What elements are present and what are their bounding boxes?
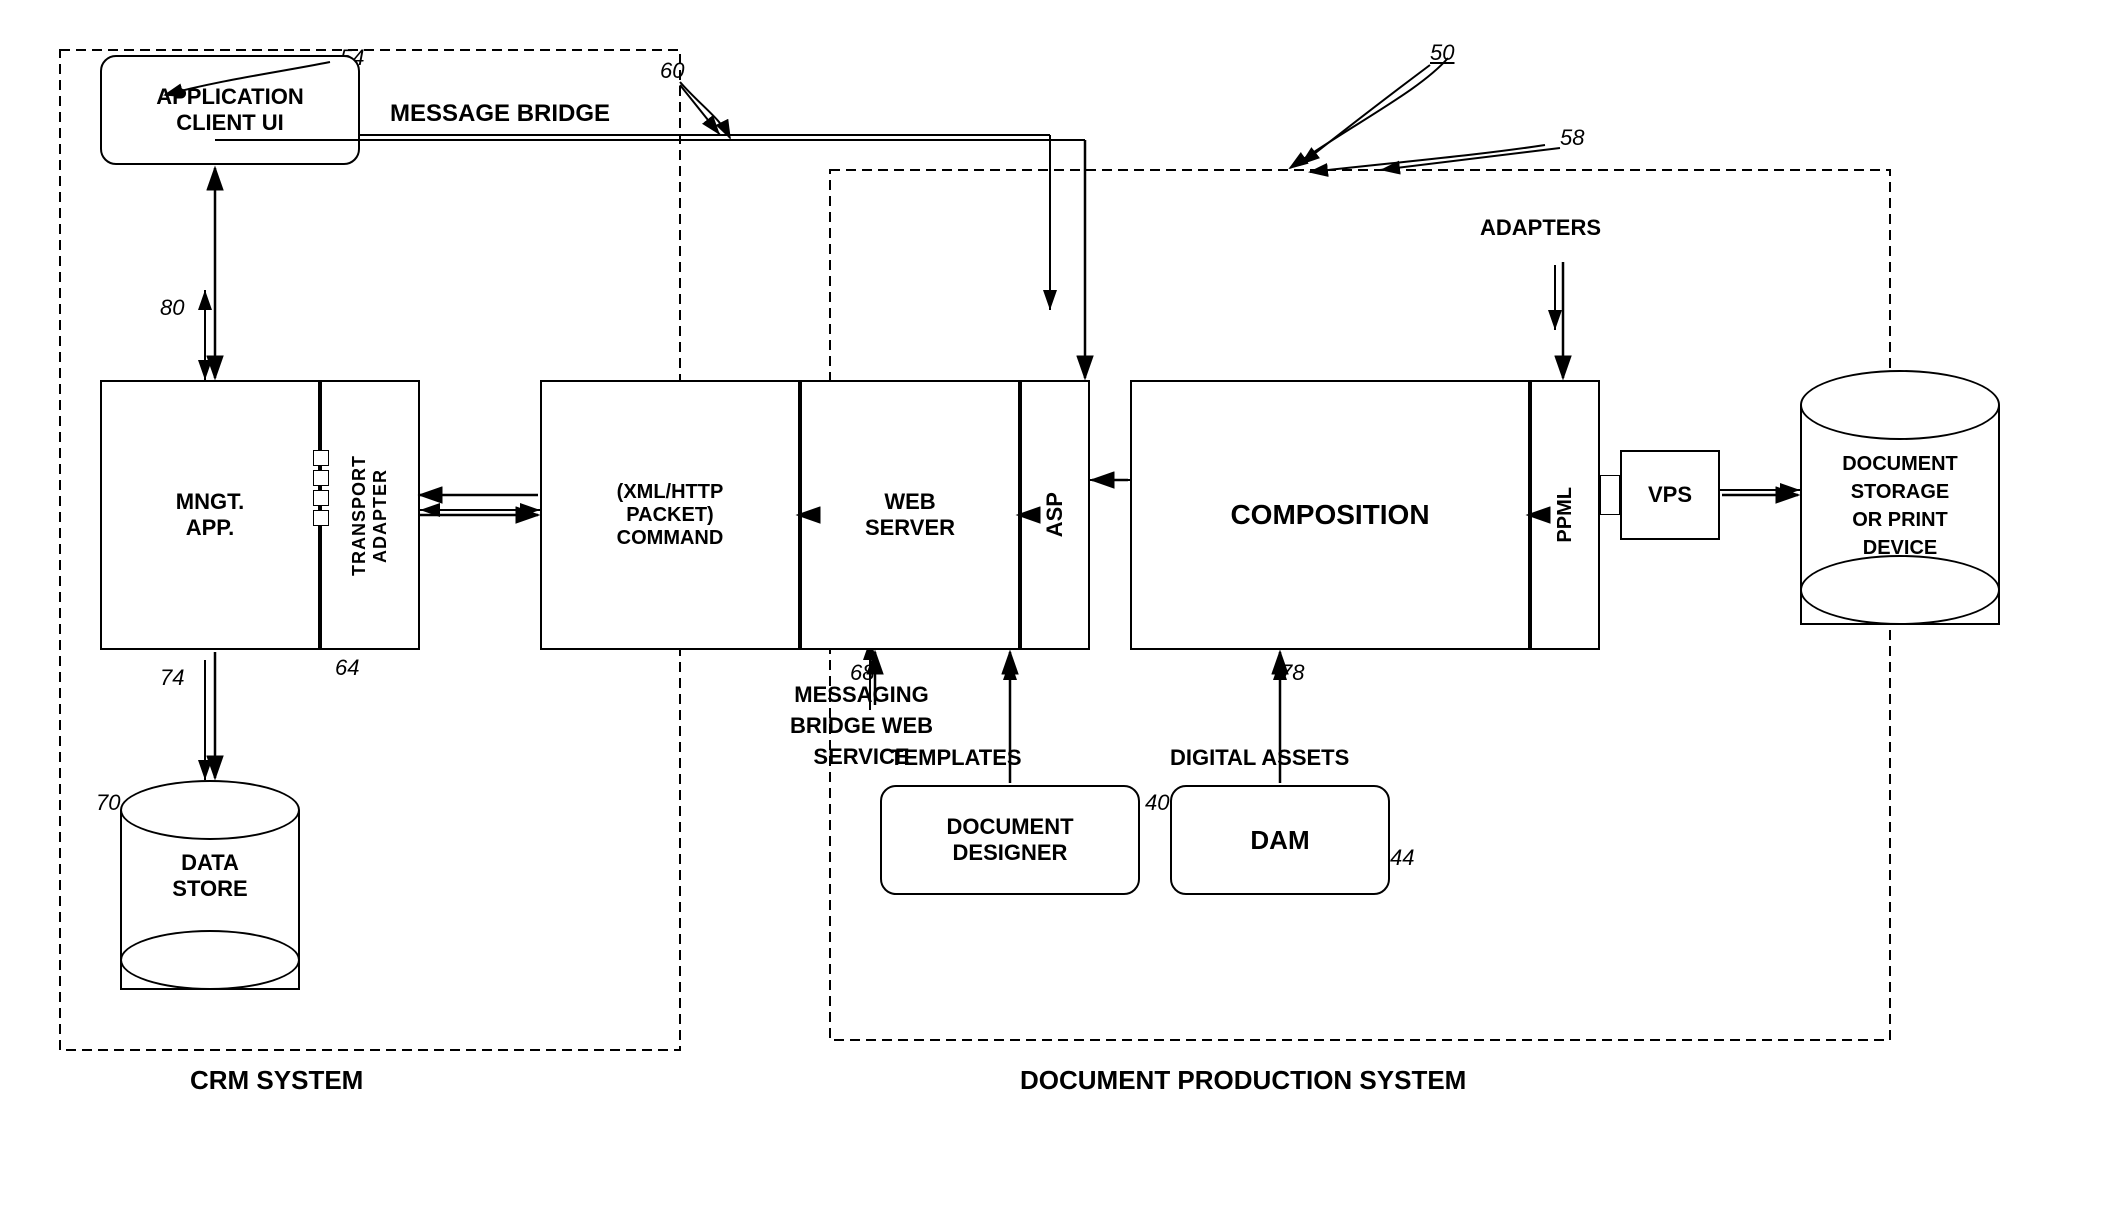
small-squares — [313, 450, 329, 526]
document-storage-cylinder: DOCUMENTSTORAGEOR PRINTDEVICE — [1800, 370, 2000, 650]
digital-assets-label: DIGITAL ASSETS — [1170, 745, 1349, 771]
ref-40: 40 — [1145, 790, 1169, 816]
ref-50: 50 — [1430, 40, 1454, 66]
ref-70: 70 — [96, 790, 120, 816]
asp-box: ASP — [1020, 380, 1090, 650]
diagram-container: 50 54 58 60 MESSAGE BRIDGE APPLICATIONCL… — [0, 0, 2102, 1206]
web-server-box: WEBSERVER — [800, 380, 1020, 650]
templates-label: TEMPLATES — [890, 745, 1022, 771]
ref-64: 64 — [335, 655, 359, 681]
dam-box: DAM — [1170, 785, 1390, 895]
vps-box: VPS — [1620, 450, 1720, 540]
data-store-label: DATASTORE — [120, 850, 300, 902]
mngt-app-box: MNGT.APP. — [100, 380, 320, 650]
ref-80: 80 — [160, 295, 184, 321]
transport-adapter-box: TRANSPORTADAPTER — [320, 380, 420, 650]
composition-box: COMPOSITION — [1130, 380, 1530, 650]
crm-system-label: CRM SYSTEM — [190, 1065, 363, 1096]
ppml-box: PPML — [1530, 380, 1600, 650]
xml-http-command-box: (XML/HTTPPACKET)COMMAND — [540, 380, 800, 650]
ref-78: 78 — [1280, 660, 1304, 686]
ref-60: 60 — [660, 58, 684, 84]
ppml-vps-connector — [1600, 475, 1620, 515]
ref-44: 44 — [1390, 845, 1414, 871]
data-store-cylinder: DATASTORE — [120, 780, 300, 1000]
app-client-ui-box: APPLICATIONCLIENT UI — [100, 55, 360, 165]
document-storage-label: DOCUMENTSTORAGEOR PRINTDEVICE — [1800, 450, 2000, 562]
document-designer-box: DOCUMENTDESIGNER — [880, 785, 1140, 895]
ref-58: 58 — [1560, 125, 1584, 151]
document-production-label: DOCUMENT PRODUCTION SYSTEM — [1020, 1065, 1466, 1096]
message-bridge-label: MESSAGE BRIDGE — [390, 100, 610, 128]
adapters-label: ADAPTERS — [1480, 215, 1601, 241]
ref-74: 74 — [160, 665, 184, 691]
